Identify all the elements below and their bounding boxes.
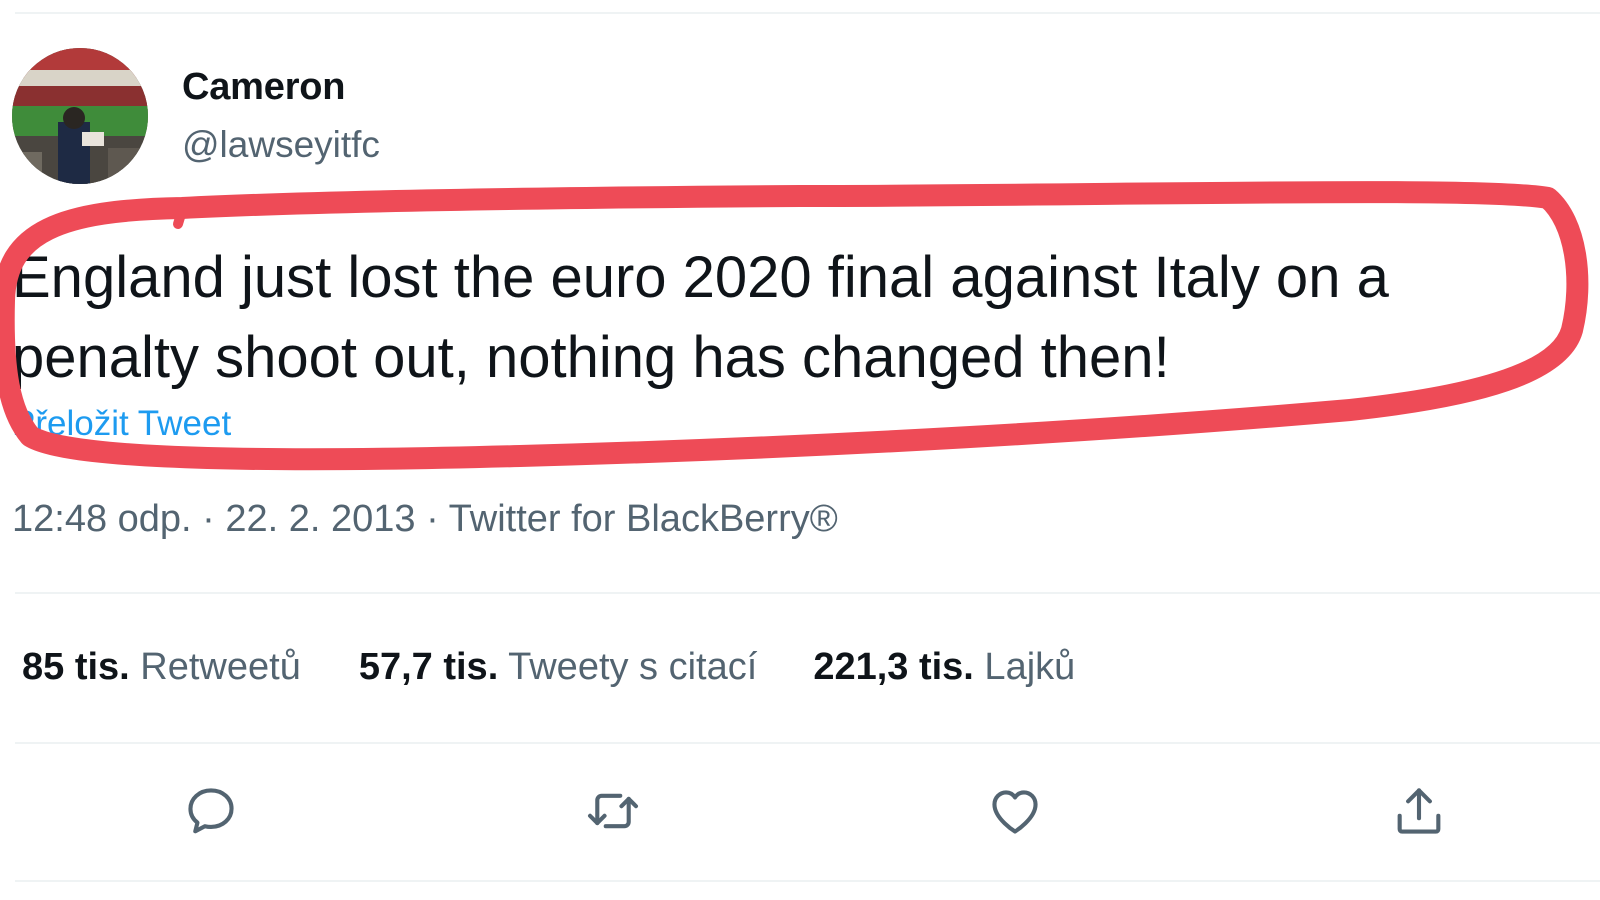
author-handle[interactable]: @lawseyitfc — [182, 124, 380, 166]
author-name[interactable]: Cameron — [182, 66, 346, 109]
tweet-metadata: 12:48 odp. · 22. 2. 2013 · Twitter for B… — [12, 498, 838, 541]
share-button[interactable] — [1386, 778, 1452, 844]
engagement-stats: 85 tis. Retweetů 57,7 tis. Tweety s cita… — [22, 646, 1075, 689]
quote-tweets-stat[interactable]: 57,7 tis. Tweety s citací — [359, 646, 757, 689]
likes-stat[interactable]: 221,3 tis. Lajků — [813, 646, 1075, 689]
divider — [15, 592, 1600, 594]
tweet-source-link[interactable]: Twitter for BlackBerry® — [449, 498, 838, 540]
meta-separator: · — [191, 498, 226, 540]
quote-tweets-label: Tweety s citací — [498, 646, 758, 688]
translate-tweet-link[interactable]: Přeložit Tweet — [12, 404, 231, 444]
likes-label: Lajků — [973, 646, 1076, 688]
tweet-time[interactable]: 12:48 odp. — [12, 498, 192, 540]
reply-button[interactable] — [178, 778, 244, 844]
retweets-stat[interactable]: 85 tis. Retweetů — [22, 646, 301, 689]
tweet-text-line-2: penalty shoot out, nothing has changed t… — [12, 325, 1170, 390]
divider — [15, 880, 1600, 882]
top-divider — [15, 12, 1600, 14]
likes-count: 221,3 tis. — [813, 646, 974, 688]
speech-bubble-icon — [188, 788, 234, 834]
retweets-count: 85 tis. — [22, 646, 130, 688]
quote-tweets-count: 57,7 tis. — [358, 646, 499, 688]
avatar-photo — [12, 48, 148, 184]
retweet-arrows-icon — [587, 793, 639, 829]
heart-icon — [992, 790, 1038, 834]
tweet-text: England just lost the euro 2020 final ag… — [12, 238, 1592, 398]
share-upload-icon — [1397, 788, 1441, 834]
tweet-text-line-1: England just lost the euro 2020 final ag… — [12, 245, 1389, 310]
like-button[interactable] — [982, 778, 1048, 844]
divider — [15, 742, 1600, 744]
meta-separator: · — [415, 498, 449, 540]
tweet-date[interactable]: 22. 2. 2013 — [225, 498, 415, 540]
avatar[interactable] — [12, 48, 148, 184]
tweet-card: Cameron @lawseyitfc England just lost th… — [0, 0, 1600, 900]
retweets-label: Retweetů — [129, 646, 301, 688]
retweet-button[interactable] — [580, 778, 646, 844]
